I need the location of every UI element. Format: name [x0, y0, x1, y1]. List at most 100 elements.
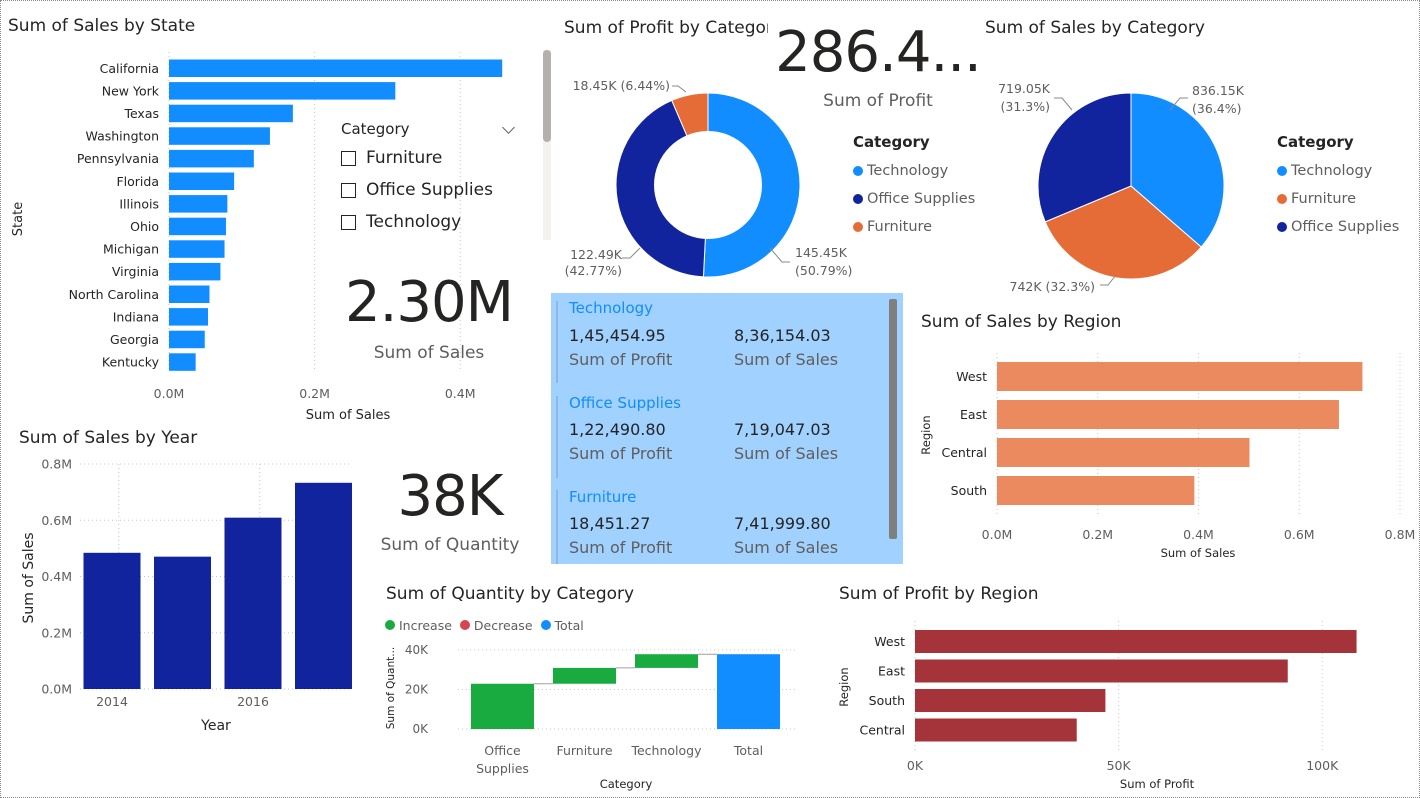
x-tick-label: Office [484, 743, 521, 758]
category-label: California [100, 61, 159, 76]
legend-item-increase[interactable]: Increase [385, 618, 452, 633]
category-label: Washington [86, 129, 159, 144]
category-label: South [869, 693, 905, 708]
card-sales-value: 7,41,999.80 [734, 514, 831, 533]
slicer-option-label: Furniture [366, 148, 443, 168]
pie-label-furniture: 742K (32.3%) [1010, 279, 1096, 294]
pie-label-technology: 836.15K [1192, 83, 1245, 98]
kpi-quantity-label: Sum of Quantity [380, 535, 520, 555]
card-scrollbar-thumb[interactable] [889, 299, 897, 539]
card-sales-label: Sum of Sales [734, 538, 839, 557]
y-tick-label: 40K [405, 643, 429, 657]
category-label: Florida [116, 174, 159, 189]
card-category: Office Supplies [569, 394, 682, 412]
state-scrollbar-thumb[interactable] [543, 50, 551, 142]
bar-year-2016 [224, 517, 282, 689]
legend-item-technology[interactable]: Technology [853, 157, 975, 185]
category-label: Kentucky [102, 355, 160, 370]
bar-east [997, 400, 1339, 429]
profit-by-region-chart: West East South Central 0K 50K 100K Sum of Pr… [837, 621, 1357, 791]
y-tick-label: 20K [405, 683, 429, 697]
pie-label-office: 719.05K [998, 81, 1051, 96]
legend-title: Category [1277, 133, 1354, 151]
profit-by-region-title: Sum of Profit by Region [839, 584, 1039, 604]
y-tick-label: 0.2M [41, 625, 72, 640]
bar-illinois [169, 195, 228, 213]
quantity-ylabel: Sum of Quant... [385, 647, 397, 729]
legend-item-office-supplies[interactable]: Office Supplies [853, 185, 975, 213]
y-tick-label: 0.0M [41, 682, 72, 697]
legend-item-total[interactable]: Total [540, 618, 584, 633]
sales-by-year-title: Sum of Sales by Year [19, 428, 198, 448]
multi-row-card: Technology 1,45,454.95 Sum of Profit 8,3… [551, 293, 903, 564]
legend-title: Category [853, 133, 930, 151]
x-tick-label: 50K [1107, 758, 1132, 773]
card-profit-value: 18,451.27 [569, 514, 651, 533]
bar-new-york [169, 82, 396, 100]
y-tick-label: 0K [412, 722, 429, 736]
quantity-by-category-chart: 0K 20K 40K Office Supplies Furniture Technolo… [385, 643, 795, 791]
leader-line [672, 85, 687, 93]
card-sales-label: Sum of Sales [734, 444, 839, 463]
slicer-option-label: Technology [366, 212, 462, 232]
bar-virginia [169, 262, 221, 281]
x-tick-label: Technology [630, 743, 702, 758]
sales-by-category-legend: Category Technology Furniture Office Sup… [1277, 133, 1399, 241]
category-label: Pennsylvania [77, 151, 159, 166]
legend-item-decrease[interactable]: Decrease [459, 618, 533, 633]
chevron-down-icon[interactable] [502, 120, 515, 134]
checkbox-icon[interactable] [341, 214, 356, 230]
legend-item-technology[interactable]: Technology [1277, 157, 1399, 185]
category-label: South [951, 483, 987, 498]
card-sales-value: 8,36,154.03 [734, 326, 831, 345]
legend-item-furniture[interactable]: Furniture [1277, 185, 1399, 213]
x-tick-label: Total [733, 743, 763, 758]
card-profit-label: Sum of Profit [569, 350, 673, 369]
checkbox-icon[interactable] [341, 150, 356, 166]
sales-by-region-xlabel: Sum of Sales [1161, 546, 1236, 560]
category-label: Central [941, 445, 987, 460]
bar-washington [169, 127, 270, 145]
donut-label-technology-pct: (50.79%) [795, 263, 852, 278]
y-tick-label: 0.4M [41, 569, 72, 584]
card-profit-label: Sum of Profit [569, 538, 673, 557]
sales-by-state-title: Sum of Sales by State [8, 16, 196, 36]
category-label: East [960, 407, 987, 422]
waterfall-bar-furniture [553, 667, 616, 684]
slicer-option-technology[interactable]: Technology [341, 206, 521, 238]
x-tick-label: 0K [907, 758, 924, 773]
x-tick-label: 0.2M [299, 386, 330, 401]
quantity-legend: Increase Decrease Total [385, 618, 584, 633]
profit-by-region-ylabel: Region [837, 667, 851, 706]
y-tick-label: 0.8M [41, 457, 72, 472]
category-label: Georgia [110, 332, 159, 347]
x-tick-label: 2014 [96, 694, 128, 709]
bar-ohio [169, 217, 226, 236]
legend-item-office-supplies[interactable]: Office Supplies [1277, 213, 1399, 241]
checkbox-icon[interactable] [341, 182, 356, 198]
kpi-sales-value: 2.30M [344, 270, 514, 335]
bar-year-2017 [295, 482, 352, 689]
quantity-by-category-title: Sum of Quantity by Category [386, 584, 635, 604]
bar-pennsylvania [169, 149, 254, 168]
state-scrollbar-track[interactable] [543, 50, 551, 240]
x-tick-label: 0.8M [1385, 527, 1415, 542]
bar-georgia [169, 330, 205, 349]
bar-north-carolina [169, 285, 210, 303]
x-tick-label: 0.6M [1284, 527, 1315, 542]
x-tick-label: 0.4M [445, 386, 476, 401]
leader-line [622, 247, 641, 259]
donut-hole [654, 131, 762, 239]
category-label: Central [859, 723, 905, 738]
slicer-option-office-supplies[interactable]: Office Supplies [341, 174, 521, 206]
category-slicer: Category Furniture Office Supplies Techn… [341, 116, 521, 238]
x-tick-label: 2016 [237, 694, 269, 709]
kpi-quantity-value: 38K [397, 464, 504, 529]
slicer-option-furniture[interactable]: Furniture [341, 142, 521, 174]
card-category: Technology [569, 299, 654, 317]
legend-item-furniture[interactable]: Furniture [853, 213, 975, 241]
slicer-option-label: Office Supplies [366, 180, 493, 200]
sales-by-year-ylabel: Sum of Sales [21, 532, 37, 623]
kpi-sales-label: Sum of Sales [373, 343, 485, 363]
card-profit-value: 1,45,454.95 [569, 326, 666, 345]
